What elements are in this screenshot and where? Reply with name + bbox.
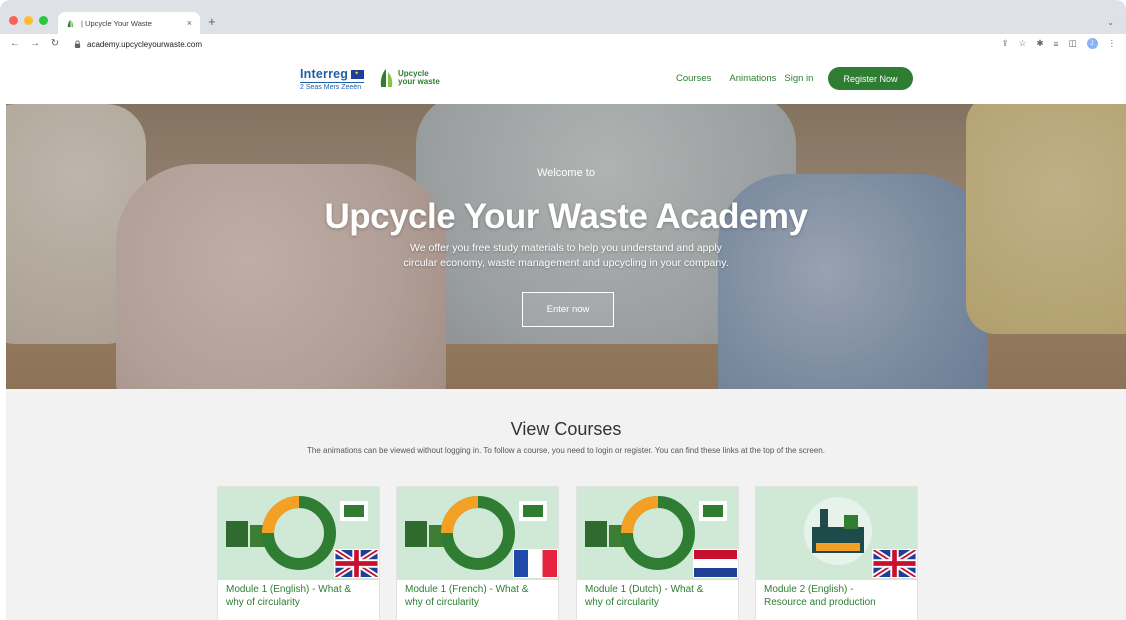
reading-list-icon[interactable]: ≡ bbox=[1054, 39, 1059, 49]
interreg-logo-subtitle: 2 Seas Mers Zeeën bbox=[300, 82, 365, 91]
nav-link-sign-in[interactable]: Sign in bbox=[784, 73, 813, 84]
forward-arrow-icon[interactable]: → bbox=[30, 39, 40, 49]
uk-flag-icon bbox=[334, 549, 379, 578]
courses-heading: View Courses bbox=[510, 419, 622, 439]
tab-close-icon[interactable]: × bbox=[187, 18, 192, 28]
reload-icon[interactable]: ↻ bbox=[50, 39, 60, 49]
course-card[interactable]: Module 1 (French) - What & why of circul… bbox=[396, 486, 559, 620]
course-title-line[interactable]: Module 1 (French) - What & bbox=[405, 584, 550, 597]
eu-flag-icon bbox=[351, 69, 365, 79]
browser-tab[interactable]: | Upcycle Your Waste × bbox=[58, 12, 200, 34]
course-title-line[interactable]: why of circularity bbox=[226, 597, 371, 610]
hero-description: We offer you free study materials to hel… bbox=[306, 241, 826, 271]
interreg-logo[interactable]: Interreg 2 Seas Mers Zeeën bbox=[300, 67, 365, 91]
lock-icon bbox=[74, 40, 81, 48]
hero-title: Upcycle Your Waste Academy bbox=[324, 197, 808, 236]
course-thumbnail bbox=[218, 487, 379, 580]
course-title-line[interactable]: Module 1 (English) - What & bbox=[226, 584, 371, 597]
leaf-logo-icon bbox=[380, 69, 393, 87]
enter-now-button[interactable]: Enter now bbox=[522, 292, 614, 327]
course-thumbnail bbox=[397, 487, 558, 580]
main-nav: Courses Animations Sign in bbox=[676, 73, 813, 84]
new-tab-button[interactable]: + bbox=[208, 15, 216, 29]
courses-subtitle: The animations can be viewed without log… bbox=[307, 446, 825, 455]
uk-flag-icon bbox=[872, 549, 917, 578]
interreg-logo-text: Interreg bbox=[300, 67, 349, 81]
upcycle-your-waste-logo[interactable]: Upcycle your waste bbox=[380, 68, 440, 88]
netherlands-flag-icon bbox=[693, 549, 738, 578]
course-thumbnail bbox=[756, 487, 917, 580]
tab-search-icon[interactable]: ⌄ bbox=[1107, 18, 1114, 27]
brand-logo-line2: your waste bbox=[398, 77, 440, 86]
minimize-window-button[interactable] bbox=[24, 16, 33, 25]
hero-description-line: We offer you free study materials to hel… bbox=[410, 242, 722, 254]
address-bar[interactable]: academy.upcycleyourwaste.com bbox=[74, 40, 202, 49]
browser-toolbar: ← → ↻ academy.upcycleyourwaste.com ⇪ ☆ ✱… bbox=[0, 34, 1126, 54]
course-thumbnail bbox=[577, 487, 738, 580]
course-card[interactable]: Module 1 (Dutch) - What & why of circula… bbox=[576, 486, 739, 620]
course-title-line[interactable]: why of circularity bbox=[585, 597, 730, 610]
maximize-window-button[interactable] bbox=[39, 16, 48, 25]
url-text: academy.upcycleyourwaste.com bbox=[87, 39, 203, 49]
courses-section: View Courses The animations can be viewe… bbox=[6, 389, 1126, 620]
hero-content: Welcome to Upcycle Your Waste Academy We… bbox=[6, 104, 1126, 389]
close-window-button[interactable] bbox=[9, 16, 18, 25]
course-title-line[interactable]: why of circularity bbox=[405, 597, 550, 610]
browser-chrome: | Upcycle Your Waste × + ⌄ ← → ↻ academy… bbox=[0, 0, 1126, 54]
back-arrow-icon[interactable]: ← bbox=[10, 39, 20, 49]
tab-title: | Upcycle Your Waste bbox=[81, 18, 152, 28]
france-flag-icon bbox=[513, 549, 558, 578]
toolbar-actions: ⇪ ☆ ✱ ≡ ◫ J ⋮ bbox=[1002, 38, 1116, 49]
course-title-line[interactable]: Resource and production bbox=[764, 597, 909, 610]
site-header: Interreg 2 Seas Mers Zeeën Upcycle your … bbox=[0, 54, 1126, 104]
course-title-line[interactable]: Module 1 (Dutch) - What & bbox=[585, 584, 730, 597]
nav-link-courses[interactable]: Courses bbox=[676, 73, 711, 84]
browser-menu-icon[interactable]: ⋮ bbox=[1108, 38, 1117, 49]
nav-link-animations[interactable]: Animations bbox=[729, 73, 776, 84]
profile-avatar[interactable]: J bbox=[1086, 38, 1098, 49]
hero-banner: Welcome to Upcycle Your Waste Academy We… bbox=[6, 104, 1126, 389]
window-controls bbox=[9, 16, 48, 25]
course-card[interactable]: Module 1 (English) - What & why of circu… bbox=[217, 486, 380, 620]
hero-description-line: circular economy, waste management and u… bbox=[403, 257, 729, 269]
course-card[interactable]: Module 2 (English) - Resource and produc… bbox=[755, 486, 918, 620]
course-title-line[interactable]: Module 2 (English) - bbox=[764, 584, 909, 597]
favicon-icon bbox=[67, 19, 74, 27]
extensions-icon[interactable]: ✱ bbox=[1036, 38, 1043, 49]
bookmark-star-icon[interactable]: ☆ bbox=[1019, 38, 1027, 49]
register-now-button[interactable]: Register Now bbox=[828, 67, 913, 90]
share-icon[interactable]: ⇪ bbox=[1002, 38, 1009, 49]
side-panel-icon[interactable]: ◫ bbox=[1068, 38, 1076, 49]
hero-welcome-text: Welcome to bbox=[537, 167, 595, 179]
